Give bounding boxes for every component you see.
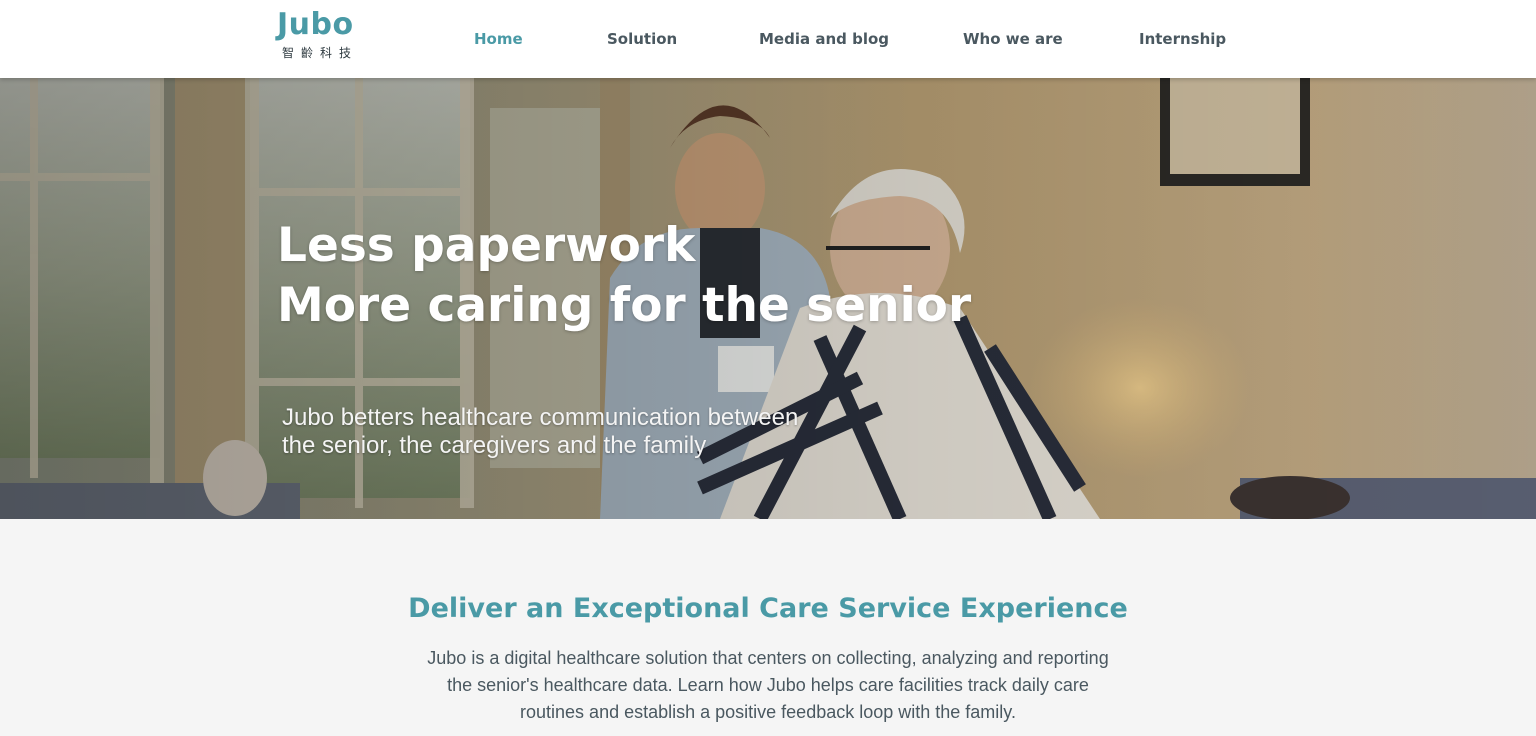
nav-solution[interactable]: Solution xyxy=(607,28,677,50)
hero-title-line-1: Less paperwork xyxy=(277,218,696,273)
intro-heading: Deliver an Exceptional Care Service Expe… xyxy=(408,593,1128,624)
nav-home[interactable]: Home xyxy=(474,28,523,50)
intro-body: Jubo is a digital healthcare solution th… xyxy=(368,645,1168,726)
intro-body-line-3: routines and establish a positive feedba… xyxy=(520,702,1016,722)
logo-wordmark: Jubo xyxy=(277,7,354,42)
hero-title: Less paperwork More caring for the senio… xyxy=(277,216,971,336)
nav-who-we-are[interactable]: Who we are xyxy=(963,28,1063,50)
intro-body-line-1: Jubo is a digital healthcare solution th… xyxy=(427,648,1109,668)
hero-banner: Less paperwork More caring for the senio… xyxy=(0,78,1536,519)
intro-section: Deliver an Exceptional Care Service Expe… xyxy=(0,519,1536,736)
hero-subtitle-line-2: the senior, the caregivers and the famil… xyxy=(282,432,707,459)
top-navbar: Jubo 智齡科技 Home Solution Media and blog W… xyxy=(0,0,1536,78)
hero-subtitle-line-1: Jubo betters healthcare communication be… xyxy=(282,404,799,431)
hero-title-line-2: More caring for the senior xyxy=(277,278,972,333)
logo-subtitle: 智齡科技 xyxy=(282,46,359,60)
jubo-logo[interactable]: Jubo 智齡科技 xyxy=(277,8,359,64)
hero-subtitle: Jubo betters healthcare communication be… xyxy=(282,404,798,460)
nav-internship[interactable]: Internship xyxy=(1139,28,1226,50)
intro-body-line-2: the senior's healthcare data. Learn how … xyxy=(447,675,1089,695)
nav-media-and-blog[interactable]: Media and blog xyxy=(759,28,889,50)
